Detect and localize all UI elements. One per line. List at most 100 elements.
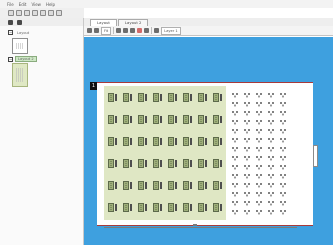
grid-icon[interactable] — [116, 28, 122, 33]
pin-cell[interactable] — [231, 92, 240, 98]
layout-cell[interactable] — [108, 92, 118, 103]
pin-cell[interactable] — [267, 101, 276, 107]
pin-cell[interactable] — [279, 200, 288, 206]
pin-cell[interactable] — [279, 155, 288, 161]
pin-cell[interactable] — [279, 146, 288, 152]
layout-cell[interactable] — [153, 202, 163, 213]
zoom-select[interactable]: Fit — [101, 26, 112, 35]
pin-cell[interactable] — [255, 110, 264, 116]
layout-cell[interactable] — [123, 158, 133, 169]
section-a-grid[interactable] — [104, 86, 226, 220]
pin-cell[interactable] — [231, 146, 240, 152]
pin-cell[interactable] — [267, 92, 276, 98]
pin-cell[interactable] — [255, 101, 264, 107]
layout-cell[interactable] — [108, 114, 118, 125]
pin-cell[interactable] — [243, 209, 252, 215]
layout-cell[interactable] — [168, 202, 178, 213]
pin-cell[interactable] — [279, 191, 288, 197]
pin-cell[interactable] — [231, 182, 240, 188]
pin-cell[interactable] — [279, 92, 288, 98]
layout-cell[interactable] — [213, 158, 223, 169]
pin-cell[interactable] — [231, 173, 240, 179]
layout-cell[interactable] — [198, 92, 208, 103]
pin-cell[interactable] — [243, 128, 252, 134]
layout-cell[interactable] — [153, 180, 163, 191]
move-icon[interactable] — [94, 28, 99, 33]
layout-cell[interactable] — [183, 114, 193, 125]
pin-cell[interactable] — [279, 173, 288, 179]
layout-cell[interactable] — [108, 180, 118, 191]
pin-cell[interactable] — [255, 155, 264, 161]
pin-cell[interactable] — [231, 110, 240, 116]
layout-cell[interactable] — [213, 136, 223, 147]
zoom-icon[interactable] — [56, 10, 62, 16]
pin-cell[interactable] — [279, 182, 288, 188]
pin-cell[interactable] — [279, 209, 288, 215]
pin-cell[interactable] — [255, 173, 264, 179]
expand-toggle-icon[interactable]: − — [8, 56, 13, 62]
pin-cell[interactable] — [279, 110, 288, 116]
layer-select[interactable]: Layer 1 — [161, 26, 181, 35]
pin-cell[interactable] — [267, 182, 276, 188]
layout-cell[interactable] — [198, 158, 208, 169]
align-icon[interactable] — [130, 28, 136, 33]
pin-cell[interactable] — [267, 119, 276, 125]
layout-cell[interactable] — [153, 92, 163, 103]
layout-cell[interactable] — [138, 158, 148, 169]
pin-cell[interactable] — [267, 200, 276, 206]
layout-cell[interactable] — [198, 180, 208, 191]
pin-cell[interactable] — [231, 200, 240, 206]
menu-view[interactable]: View — [31, 2, 41, 7]
pin-cell[interactable] — [255, 191, 264, 197]
pin-cell[interactable] — [255, 119, 264, 125]
layout-cell[interactable] — [138, 92, 148, 103]
layout-cell[interactable] — [108, 158, 118, 169]
snap-icon[interactable] — [123, 28, 129, 33]
layout-cell[interactable] — [198, 136, 208, 147]
pin-cell[interactable] — [279, 119, 288, 125]
layout-cell[interactable] — [123, 114, 133, 125]
expand-toggle-icon[interactable]: − — [8, 30, 13, 35]
pin-cell[interactable] — [243, 110, 252, 116]
pin-cell[interactable] — [267, 155, 276, 161]
pin-cell[interactable] — [267, 191, 276, 197]
layout-cell[interactable] — [138, 202, 148, 213]
pin-cell[interactable] — [231, 164, 240, 170]
pin-cell[interactable] — [279, 164, 288, 170]
pin-cell[interactable] — [231, 191, 240, 197]
layout-cell[interactable] — [198, 202, 208, 213]
redo-icon[interactable] — [48, 10, 54, 16]
layout-cell[interactable] — [153, 114, 163, 125]
layout-cell[interactable] — [153, 136, 163, 147]
layout-cell[interactable] — [138, 114, 148, 125]
layout-cell[interactable] — [123, 180, 133, 191]
pin-cell[interactable] — [255, 209, 264, 215]
pin-cell[interactable] — [243, 173, 252, 179]
layout-cell[interactable] — [183, 136, 193, 147]
tree-item-layout[interactable]: − Layout — [8, 30, 31, 35]
vertical-scale-marker[interactable] — [313, 145, 318, 167]
pin-cell[interactable] — [267, 128, 276, 134]
layout-cell[interactable] — [213, 92, 223, 103]
new-icon[interactable] — [8, 10, 14, 16]
layout-cell[interactable] — [108, 202, 118, 213]
menu-help[interactable]: Help — [46, 2, 55, 7]
pin-cell[interactable] — [231, 119, 240, 125]
layout-cell[interactable] — [213, 180, 223, 191]
pin-cell[interactable] — [231, 101, 240, 107]
pin-cell[interactable] — [243, 137, 252, 143]
pin-cell[interactable] — [255, 92, 264, 98]
layout-cell[interactable] — [168, 136, 178, 147]
layout-cell[interactable] — [183, 202, 193, 213]
pin-cell[interactable] — [255, 146, 264, 152]
pin-cell[interactable] — [243, 191, 252, 197]
sheet-corner-marker[interactable]: 1 — [90, 82, 97, 90]
layout-cell[interactable] — [123, 136, 133, 147]
pin-cell[interactable] — [243, 182, 252, 188]
layout-cell[interactable] — [198, 114, 208, 125]
pin-cell[interactable] — [255, 182, 264, 188]
pin-cell[interactable] — [279, 101, 288, 107]
pin-cell[interactable] — [243, 92, 252, 98]
layout-cell[interactable] — [183, 158, 193, 169]
layout-cell[interactable] — [123, 92, 133, 103]
